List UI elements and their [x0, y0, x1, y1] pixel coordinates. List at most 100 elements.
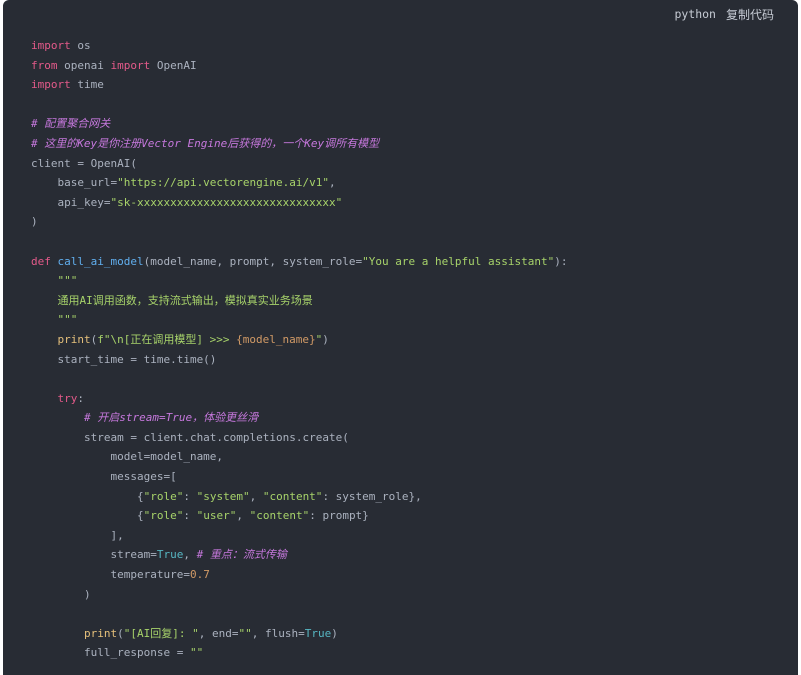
code-token-plain: ) — [31, 215, 38, 229]
code-line: print("[AI回复]: ", end="", flush=True) — [31, 624, 567, 644]
code-line: ​ — [31, 369, 567, 389]
code-token-string: "content" — [249, 509, 310, 523]
code-token-plain: model=model_name, — [31, 450, 224, 464]
code-token-string: "https://api.vectorengine.ai/v1" — [117, 176, 330, 190]
code-token-plain: , — [183, 548, 197, 562]
code-token-string: "" — [189, 646, 204, 660]
code-token-plain: ): — [554, 254, 568, 268]
code-token-string: "system" — [196, 489, 250, 503]
code-token-comment: # 开启stream=True，体验更丝滑 — [83, 411, 259, 425]
code-token-string: "content" — [262, 489, 323, 503]
language-label: python — [674, 7, 716, 21]
code-block: python 复制代码 import os from openai import … — [3, 0, 798, 675]
code-token-plain: os — [70, 39, 91, 52]
code-line: start_time = time.time() — [31, 350, 567, 370]
code-line: stream = client.chat.completions.create( — [31, 428, 567, 448]
code-token-plain: ) — [331, 626, 338, 640]
code-token-plain: , — [249, 489, 263, 503]
code-token-builtin: print — [83, 626, 118, 640]
code-token-string: "sk-xxxxxxxxxxxxxxxxxxxxxxxxxxxxxx" — [110, 195, 343, 209]
code-token-keyword: try — [57, 391, 78, 405]
code-token-plain: (model_name, prompt, system_role= — [143, 254, 363, 268]
code-token-plain: : system_role}, — [322, 489, 422, 503]
code-token-plain: stream= — [31, 548, 157, 562]
code-token-keyword: from — [31, 58, 58, 72]
code-line: import time — [31, 75, 567, 95]
code-token-plain: messages=[ — [31, 470, 177, 484]
code-line: ], — [31, 526, 567, 546]
code-token-plain: start_time = time.time() — [31, 352, 217, 366]
code-token-comment: # 配置聚合网关 — [31, 117, 111, 131]
code-line: model=model_name, — [31, 447, 567, 467]
code-token-plain: OpenAI — [150, 58, 197, 72]
code-token-keyword: def — [31, 254, 51, 268]
code-line: ​ — [31, 95, 567, 115]
code-line: # 这里的Key是你注册Vector Engine后获得的，一个Key调所有模型 — [31, 134, 567, 154]
code-content: import os from openai import OpenAI import… — [31, 36, 567, 663]
code-line: ) — [31, 585, 567, 605]
code-token-keyword: import — [110, 58, 151, 72]
code-line: import os — [31, 36, 567, 56]
code-line: """ — [31, 271, 567, 291]
code-token-string: "role" — [143, 489, 184, 503]
code-line: ​ — [31, 604, 567, 624]
code-token-string: "role" — [143, 509, 184, 523]
code-token-keyword: import — [31, 78, 71, 92]
code-token-plain: api_key= — [31, 195, 111, 209]
code-token-plain: , — [329, 176, 336, 190]
code-token-const: True — [304, 626, 332, 640]
code-token-comment: # 这里的Key是你注册Vector Engine后获得的，一个Key调所有模型 — [31, 136, 380, 150]
code-line: messages=[ — [31, 467, 567, 487]
code-line: ​ — [31, 232, 567, 252]
code-token-builtin: print — [57, 332, 91, 346]
code-line: stream=True, # 重点：流式传输 — [31, 545, 567, 565]
code-line: try: — [31, 389, 567, 409]
code-token-plain: : — [183, 489, 197, 503]
code-token-interp: {model_name} — [236, 332, 316, 346]
code-token-string: """ — [31, 274, 78, 288]
code-line: api_key="sk-xxxxxxxxxxxxxxxxxxxxxxxxxxxx… — [31, 193, 567, 213]
code-line: full_response = "" — [31, 643, 567, 663]
code-token-plain: ) — [31, 587, 91, 601]
code-line: print(f"\n[正在调用模型] >>> {model_name}") — [31, 330, 567, 350]
code-token-comment: # 重点：流式传输 — [196, 548, 287, 562]
code-token-string: "user" — [196, 509, 237, 523]
code-line: def call_ai_model(model_name, prompt, sy… — [31, 252, 567, 272]
code-token-plain: openai — [57, 58, 111, 72]
code-line: ) — [31, 212, 567, 232]
code-line: 通用AI调用函数，支持流式输出，模拟真实业务场景 — [31, 291, 567, 311]
code-token-plain: full_response = — [31, 646, 190, 660]
code-token-plain: , — [236, 509, 250, 523]
code-token-func: call_ai_model — [57, 254, 144, 268]
code-token-plain: time — [70, 78, 104, 92]
code-token-plain: ], — [31, 528, 124, 542]
code-token-plain: , flush= — [251, 626, 305, 640]
code-token-plain: : prompt} — [309, 509, 369, 523]
code-token-const: True — [156, 548, 184, 562]
code-line: temperature=0.7 — [31, 565, 567, 585]
copy-code-button[interactable]: 复制代码 — [726, 6, 774, 23]
code-token-plain: temperature= — [31, 568, 190, 582]
code-token-plain: base_url= — [31, 176, 118, 190]
code-line: client = OpenAI( — [31, 154, 567, 174]
code-line: # 开启stream=True，体验更丝滑 — [31, 408, 567, 428]
code-token-plain: client = OpenAI( — [31, 156, 137, 170]
code-token-plain: , end= — [198, 626, 239, 640]
code-line: base_url="https://api.vectorengine.ai/v1… — [31, 173, 567, 193]
code-token-string: "[AI回复]: " — [123, 626, 199, 640]
code-token-plain: { — [31, 509, 144, 523]
code-token-string: 通用AI调用函数，支持流式输出，模拟真实业务场景 — [31, 293, 313, 307]
code-token-plain: : — [183, 509, 197, 523]
code-line: {"role": "user", "content": prompt} — [31, 506, 567, 526]
code-token-keyword: import — [31, 39, 71, 52]
code-token-plain: ) — [322, 332, 329, 346]
code-token-plain: stream = client.chat.completions.create( — [31, 430, 349, 444]
code-line: {"role": "system", "content": system_rol… — [31, 487, 567, 507]
code-token-string: """ — [31, 313, 78, 327]
code-token-plain: { — [31, 489, 144, 503]
code-line: """ — [31, 310, 567, 330]
